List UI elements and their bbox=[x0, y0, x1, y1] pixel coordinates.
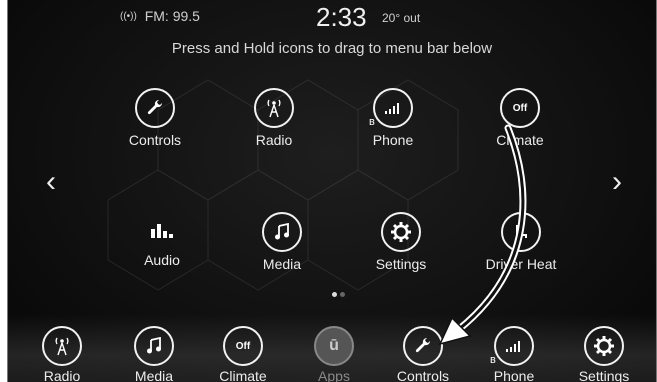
app-label: Media bbox=[262, 256, 302, 272]
app-radio[interactable]: Radio bbox=[226, 88, 322, 148]
radio-tower-icon bbox=[254, 88, 294, 128]
page-indicator bbox=[332, 284, 348, 302]
app-label: Controls bbox=[128, 132, 182, 148]
phone-signal-icon: ʙ bbox=[369, 88, 413, 128]
climate-off-icon: Off bbox=[500, 88, 540, 128]
clock: 2:33 bbox=[316, 2, 367, 32]
menubar-label: Phone bbox=[493, 368, 535, 382]
app-settings[interactable]: Settings bbox=[353, 212, 449, 272]
menubar-media[interactable]: Media bbox=[119, 326, 189, 382]
radio-signal-icon: ((•)) bbox=[120, 11, 137, 22]
menubar-label: Climate bbox=[219, 368, 267, 382]
drag-hint: Press and Hold icons to drag to menu bar… bbox=[171, 40, 493, 57]
music-note-icon bbox=[262, 212, 302, 252]
menubar-label: Settings bbox=[578, 368, 630, 382]
wrench-icon bbox=[135, 88, 175, 128]
equalizer-icon bbox=[144, 212, 180, 248]
app-audio[interactable]: Audio bbox=[114, 212, 210, 268]
uconnect-screen: ((•)) FM: 99.5 2:33 20° out Press and Ho… bbox=[7, 0, 657, 382]
climate-off-icon: Off bbox=[223, 326, 263, 366]
phone-signal-icon: ʙ bbox=[490, 326, 534, 366]
app-media[interactable]: Media bbox=[234, 212, 330, 272]
app-label: Audio bbox=[144, 252, 180, 268]
menubar-climate[interactable]: Off Climate bbox=[208, 326, 278, 382]
outside-temp: 20° out bbox=[382, 11, 421, 25]
menubar-label: Media bbox=[134, 368, 174, 382]
menubar-settings[interactable]: Settings bbox=[569, 326, 639, 382]
page-dot[interactable] bbox=[332, 292, 337, 297]
radio-tower-icon bbox=[42, 326, 82, 366]
next-page-arrow[interactable]: › bbox=[612, 165, 622, 199]
app-phone[interactable]: ʙ Phone bbox=[345, 88, 441, 148]
app-climate[interactable]: Off Climate bbox=[472, 88, 568, 148]
prev-page-arrow[interactable]: ‹ bbox=[46, 165, 56, 199]
menubar-phone[interactable]: ʙ Phone bbox=[479, 326, 549, 382]
menubar-label: Controls bbox=[396, 368, 450, 382]
menubar-label: Radio bbox=[43, 368, 81, 382]
gear-icon bbox=[584, 326, 624, 366]
app-label: Driver Heat bbox=[485, 256, 557, 272]
menubar-apps[interactable]: ū Apps bbox=[299, 326, 369, 382]
page-dot[interactable] bbox=[340, 292, 345, 297]
music-note-icon bbox=[134, 326, 174, 366]
app-label: Phone bbox=[372, 132, 414, 148]
app-label: Climate bbox=[496, 132, 544, 148]
app-driver-heat[interactable]: Driver Heat bbox=[473, 212, 569, 272]
seat-heat-icon bbox=[501, 212, 541, 252]
bluetooth-icon: ʙ bbox=[490, 354, 496, 366]
radio-station: FM: 99.5 bbox=[144, 8, 200, 24]
app-controls[interactable]: Controls bbox=[107, 88, 203, 148]
radio-status[interactable]: ((•)) FM: 99.5 bbox=[120, 8, 200, 24]
app-label: Radio bbox=[255, 132, 293, 148]
uconnect-apps-icon: ū bbox=[314, 326, 354, 366]
wrench-icon bbox=[403, 326, 443, 366]
gear-icon bbox=[381, 212, 421, 252]
menubar-controls[interactable]: Controls bbox=[388, 326, 458, 382]
app-label: Settings bbox=[375, 256, 427, 272]
menubar-label: Apps bbox=[318, 368, 350, 382]
status-bar: ((•)) FM: 99.5 2:33 20° out bbox=[8, 0, 656, 32]
bluetooth-icon: ʙ bbox=[369, 116, 375, 128]
menubar-radio[interactable]: Radio bbox=[27, 326, 97, 382]
